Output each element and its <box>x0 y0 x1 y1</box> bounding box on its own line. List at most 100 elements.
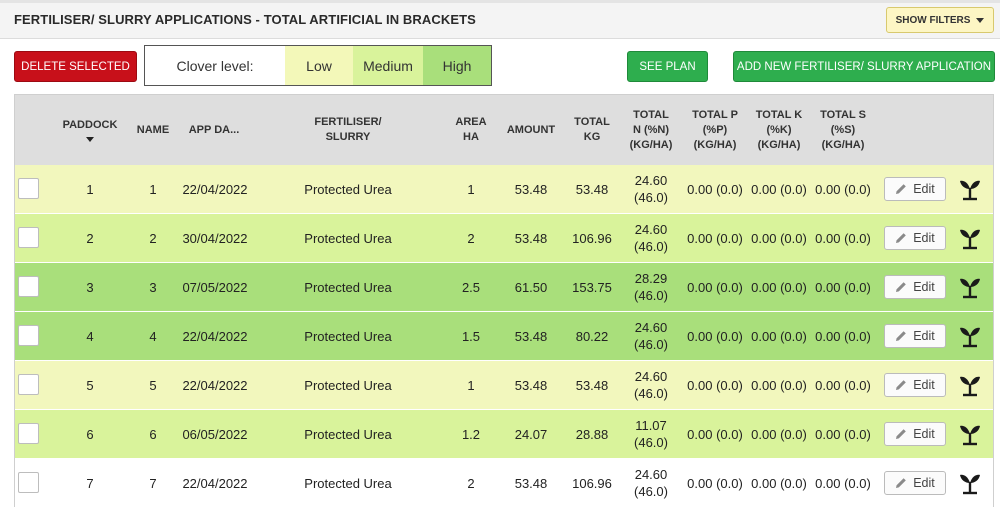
col-total-k[interactable]: TOTAL K (%K) (KG/HA) <box>750 95 808 165</box>
row-select-checkbox[interactable] <box>18 276 39 297</box>
amount-cell: 24.07 <box>514 426 548 442</box>
name-cell: 4 <box>149 328 157 344</box>
edit-label: Edit <box>913 280 935 294</box>
total-kg-cell: 53.48 <box>575 377 609 393</box>
pencil-icon <box>896 233 907 243</box>
show-filters-button[interactable]: SHOW FILTERS <box>886 7 994 33</box>
chevron-down-icon <box>976 17 985 23</box>
col-fertiliser[interactable]: FERTILISER/ SLURRY <box>298 95 398 165</box>
row-select-checkbox[interactable] <box>18 374 39 395</box>
total-n-cell: 24.60 (46.0) <box>623 165 679 213</box>
row-select-checkbox[interactable] <box>18 325 39 346</box>
edit-button[interactable]: Edit <box>884 275 946 299</box>
col-paddock[interactable]: PADDOCK <box>59 95 121 165</box>
total-k-cell: 0.00 (0.0) <box>751 475 807 491</box>
plant-sprout-icon[interactable] <box>959 324 981 348</box>
row-select-checkbox[interactable] <box>18 423 39 444</box>
name-cell: 6 <box>149 426 157 442</box>
total-n-artificial: (46.0) <box>634 288 668 303</box>
plant-sprout-icon[interactable] <box>959 226 981 250</box>
total-n-artificial: (46.0) <box>634 484 668 499</box>
total-k-cell: 0.00 (0.0) <box>751 328 807 344</box>
edit-button[interactable]: Edit <box>884 226 946 250</box>
amount-cell: 53.48 <box>514 328 548 344</box>
edit-button[interactable]: Edit <box>884 471 946 495</box>
total-k-cell: 0.00 (0.0) <box>751 279 807 295</box>
col-total-p-line2: (%P) <box>702 123 728 136</box>
col-total-p[interactable]: TOTAL P (%P) (KG/HA) <box>686 95 744 165</box>
col-area[interactable]: AREA HA <box>449 95 493 165</box>
name-cell: 3 <box>149 279 157 295</box>
total-p-cell: 0.00 (0.0) <box>687 181 743 197</box>
amount-cell: 53.48 <box>514 230 548 246</box>
clover-option-high[interactable]: High <box>423 46 491 85</box>
clover-level-label: Clover level: <box>176 57 254 74</box>
col-total-n-line2: N (%N) <box>632 123 670 136</box>
total-p-cell: 0.00 (0.0) <box>687 475 743 491</box>
col-total-s-line2: (%S) <box>830 123 856 136</box>
total-s-cell: 0.00 (0.0) <box>815 426 871 442</box>
col-total-p-line3: (KG/HA) <box>693 138 737 151</box>
amount-cell: 61.50 <box>514 279 548 295</box>
row-select-checkbox[interactable] <box>18 472 39 493</box>
area-cell: 2.5 <box>461 279 481 295</box>
total-n-artificial: (46.0) <box>634 190 668 205</box>
clover-option-medium[interactable]: Medium <box>353 46 423 85</box>
total-n-value: 24.60 <box>634 467 668 482</box>
clover-level-selector: Clover level: Low Medium High <box>144 45 492 86</box>
total-kg-cell: 153.75 <box>572 279 612 295</box>
col-total-p-line1: TOTAL P <box>692 108 738 121</box>
edit-button[interactable]: Edit <box>884 324 946 348</box>
total-kg-cell: 80.22 <box>575 328 609 344</box>
total-kg-cell: 106.96 <box>572 475 612 491</box>
total-n-value: 11.07 <box>635 418 667 433</box>
total-n-artificial: (46.0) <box>634 239 668 254</box>
plant-sprout-icon[interactable] <box>959 177 981 201</box>
pencil-icon <box>896 331 907 341</box>
edit-button[interactable]: Edit <box>884 422 946 446</box>
fertiliser-cell: Protected Urea <box>304 279 392 295</box>
total-n-value: 24.60 <box>634 173 668 188</box>
col-area-line1: AREA <box>455 116 487 128</box>
delete-selected-button[interactable]: DELETE SELECTED <box>14 51 137 82</box>
page-title: FERTILISER/ SLURRY APPLICATIONS - TOTAL … <box>14 12 476 27</box>
total-kg-cell: 106.96 <box>572 230 612 246</box>
col-paddock-label: PADDOCK <box>62 119 118 131</box>
area-cell: 1 <box>467 181 475 197</box>
paddock-cell: 6 <box>86 426 94 442</box>
app-date-cell: 22/04/2022 <box>182 328 248 344</box>
app-date-cell: 07/05/2022 <box>182 279 248 295</box>
plant-sprout-icon[interactable] <box>959 422 981 446</box>
paddock-cell: 7 <box>86 475 94 491</box>
fertiliser-cell: Protected Urea <box>304 230 392 246</box>
col-name[interactable]: NAME <box>131 95 175 165</box>
total-k-cell: 0.00 (0.0) <box>751 230 807 246</box>
see-plan-button[interactable]: SEE PLAN <box>627 51 708 82</box>
app-date-cell: 06/05/2022 <box>182 426 248 442</box>
col-app-date[interactable]: APP DA... <box>183 95 245 165</box>
plant-sprout-icon[interactable] <box>959 471 981 495</box>
col-fertiliser-line2: SLURRY <box>325 131 371 143</box>
name-cell: 5 <box>149 377 157 393</box>
clover-option-low[interactable]: Low <box>285 46 353 85</box>
app-date-cell: 22/04/2022 <box>182 475 248 491</box>
paddock-cell: 1 <box>86 181 94 197</box>
plant-sprout-icon[interactable] <box>959 373 981 397</box>
total-s-cell: 0.00 (0.0) <box>815 181 871 197</box>
col-amount[interactable]: AMOUNT <box>501 95 561 165</box>
total-s-cell: 0.00 (0.0) <box>815 230 871 246</box>
page-header: FERTILISER/ SLURRY APPLICATIONS - TOTAL … <box>0 3 1000 39</box>
row-select-checkbox[interactable] <box>18 178 39 199</box>
edit-button[interactable]: Edit <box>884 373 946 397</box>
col-total-n[interactable]: TOTAL N (%N) (KG/HA) <box>623 95 679 165</box>
row-select-checkbox[interactable] <box>18 227 39 248</box>
table-row: 6 6 06/05/2022 Protected Urea 1.2 24.07 … <box>15 410 993 459</box>
total-k-cell: 0.00 (0.0) <box>751 377 807 393</box>
area-cell: 1.2 <box>461 426 481 442</box>
name-cell: 1 <box>149 181 157 197</box>
col-total-kg[interactable]: TOTAL KG <box>568 95 616 165</box>
col-total-s[interactable]: TOTAL S (%S) (KG/HA) <box>814 95 872 165</box>
plant-sprout-icon[interactable] <box>959 275 981 299</box>
edit-button[interactable]: Edit <box>884 177 946 201</box>
add-application-button[interactable]: ADD NEW FERTILISER/ SLURRY APPLICATION <box>733 51 995 82</box>
